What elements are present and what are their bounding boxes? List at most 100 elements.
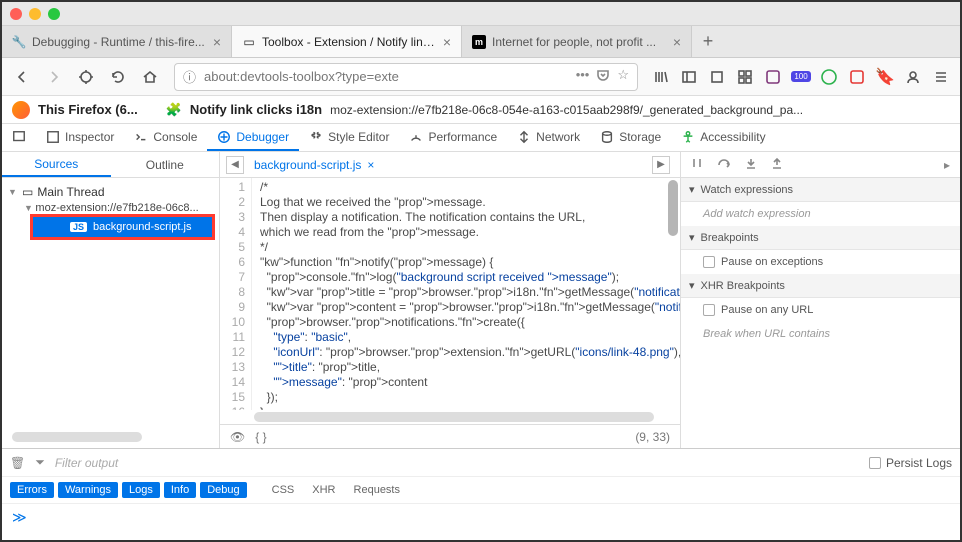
extension-name: Notify link clicks i18n <box>190 102 322 117</box>
editor-tab[interactable]: background-script.js × <box>254 158 374 172</box>
collapse-button[interactable]: ▸ <box>944 158 950 172</box>
bookmark-icon[interactable]: ☆ <box>617 67 629 86</box>
xhr-url-input[interactable]: Break when URL contains <box>681 322 960 346</box>
tab-label: Internet for people, not profit ... <box>492 35 667 49</box>
iframe-picker-button[interactable] <box>2 124 36 151</box>
filter-chip-info[interactable]: Info <box>164 482 196 498</box>
devtools-toolbar: Inspector Console Debugger Style Editor … <box>2 124 960 152</box>
minimize-window-button[interactable] <box>29 8 41 20</box>
extension-icon[interactable] <box>704 64 730 90</box>
tool-inspector[interactable]: Inspector <box>36 124 124 151</box>
watch-icon[interactable]: 👁 <box>230 430 245 444</box>
code-editor[interactable]: 1234567891011121314151617 /* Log that we… <box>220 178 680 410</box>
menu-icon[interactable] <box>928 64 954 90</box>
code-content[interactable]: /* Log that we received the "prop">messa… <box>252 178 680 410</box>
close-window-button[interactable] <box>10 8 22 20</box>
filter-chip-debug[interactable]: Debug <box>200 482 246 498</box>
sidebar-icon[interactable] <box>676 64 702 90</box>
persist-logs-checkbox[interactable]: Persist Logs <box>869 456 952 470</box>
add-watch-input[interactable]: Add watch expression <box>681 202 960 226</box>
debugger-sidebar: ▸ ▾Watch expressions Add watch expressio… <box>680 152 960 448</box>
file-name: background-script.js <box>93 221 191 233</box>
close-icon[interactable]: × <box>367 158 374 172</box>
tool-debugger[interactable]: Debugger <box>207 124 299 151</box>
thread-row[interactable]: ▼ ▭ Main Thread <box>2 182 219 202</box>
extension-icon[interactable]: 🔖 <box>872 64 898 90</box>
window-icon: ▭ <box>22 185 33 199</box>
library-icon[interactable] <box>648 64 674 90</box>
filter-chip-xhr[interactable]: XHR <box>305 482 342 498</box>
highlight-box: JS background-script.js <box>32 216 213 238</box>
info-icon[interactable]: ⓘ <box>183 67 196 86</box>
new-tab-button[interactable]: + <box>692 26 724 57</box>
chevron-down-icon: ▼ <box>8 187 18 197</box>
wrench-icon: 🔧 <box>12 35 26 49</box>
close-icon[interactable]: × <box>673 34 681 50</box>
filter-chip-errors[interactable]: Errors <box>10 482 54 498</box>
step-over-button[interactable] <box>717 157 731 172</box>
dev-button[interactable] <box>72 63 100 91</box>
trash-icon[interactable]: 🗑 <box>10 456 25 470</box>
close-icon[interactable]: × <box>443 34 451 50</box>
pause-any-url-checkbox[interactable]: Pause on any URL <box>681 298 960 322</box>
tool-network[interactable]: Network <box>507 124 590 151</box>
runtime-label: This Firefox (6... <box>38 102 138 117</box>
firefox-icon <box>12 101 30 119</box>
forward-button[interactable] <box>40 63 68 91</box>
editor-panel: ◀ background-script.js × ▶ 1234567891011… <box>220 152 680 448</box>
pause-button[interactable] <box>691 157 703 172</box>
tool-accessibility[interactable]: Accessibility <box>671 124 775 151</box>
zoom-window-button[interactable] <box>48 8 60 20</box>
source-file-row[interactable]: JS background-script.js <box>32 216 213 238</box>
scrollbar[interactable] <box>12 432 142 442</box>
browser-tab[interactable]: ▭ Toolbox - Extension / Notify link... × <box>232 26 462 57</box>
tool-style-editor[interactable]: Style Editor <box>299 124 399 151</box>
watch-header[interactable]: ▾Watch expressions <box>681 178 960 202</box>
more-icon[interactable]: ••• <box>576 67 590 86</box>
extension-icon[interactable] <box>732 64 758 90</box>
scrollbar[interactable] <box>668 180 678 236</box>
sources-panel: Sources Outline ▼ ▭ Main Thread ▼ moz-ex… <box>2 152 220 448</box>
url-input[interactable]: ⓘ about:devtools-toolbox?type=exte ••• ☆ <box>174 63 638 91</box>
xhr-breakpoints-header[interactable]: ▾XHR Breakpoints <box>681 274 960 298</box>
pocket-icon[interactable] <box>595 67 611 86</box>
browser-tab[interactable]: m Internet for people, not profit ... × <box>462 26 692 57</box>
tool-console[interactable]: Console <box>124 124 207 151</box>
scrollbar[interactable] <box>254 412 654 422</box>
extension-icon[interactable]: 100 <box>788 64 814 90</box>
chevron-down-icon: ▾ <box>689 231 695 244</box>
reload-button[interactable] <box>104 63 132 91</box>
filter-chip-requests[interactable]: Requests <box>347 482 407 498</box>
collapse-sources-button[interactable]: ◀ <box>226 156 244 174</box>
close-icon[interactable]: × <box>213 34 221 50</box>
pause-exceptions-checkbox[interactable]: Pause on exceptions <box>681 250 960 274</box>
tool-storage[interactable]: Storage <box>590 124 671 151</box>
outline-tab[interactable]: Outline <box>111 152 220 177</box>
filter-chip-css[interactable]: CSS <box>265 482 302 498</box>
browser-tab[interactable]: 🔧 Debugging - Runtime / this-fire... × <box>2 26 232 57</box>
console-prompt[interactable]: ≫ <box>2 503 960 531</box>
debugger-body: Sources Outline ▼ ▭ Main Thread ▼ moz-ex… <box>2 152 960 448</box>
collapse-right-button[interactable]: ▶ <box>652 156 670 174</box>
filter-chip-warnings[interactable]: Warnings <box>58 482 118 498</box>
account-icon[interactable] <box>900 64 926 90</box>
tool-performance[interactable]: Performance <box>399 124 507 151</box>
origin-row[interactable]: ▼ moz-extension://e7fb218e-06c8... <box>2 202 219 214</box>
js-badge: JS <box>70 222 87 232</box>
step-out-button[interactable] <box>771 157 783 172</box>
sources-tab[interactable]: Sources <box>2 152 111 177</box>
filter-input[interactable]: Filter output <box>55 456 255 470</box>
tab-label: Debugging - Runtime / this-fire... <box>32 35 207 49</box>
extension-url: moz-extension://e7fb218e-06c8-054e-a163-… <box>330 103 803 117</box>
filter-chip-logs[interactable]: Logs <box>122 482 160 498</box>
tab-label: Toolbox - Extension / Notify link... <box>262 35 437 49</box>
extension-icon[interactable] <box>844 64 870 90</box>
devtools-header: This Firefox (6... 🧩 Notify link clicks … <box>2 96 960 124</box>
step-in-button[interactable] <box>745 157 757 172</box>
extension-icon[interactable] <box>816 64 842 90</box>
extension-icon[interactable] <box>760 64 786 90</box>
breakpoints-header[interactable]: ▾Breakpoints <box>681 226 960 250</box>
prettify-button[interactable]: { } <box>255 430 266 444</box>
home-button[interactable] <box>136 63 164 91</box>
back-button[interactable] <box>8 63 36 91</box>
